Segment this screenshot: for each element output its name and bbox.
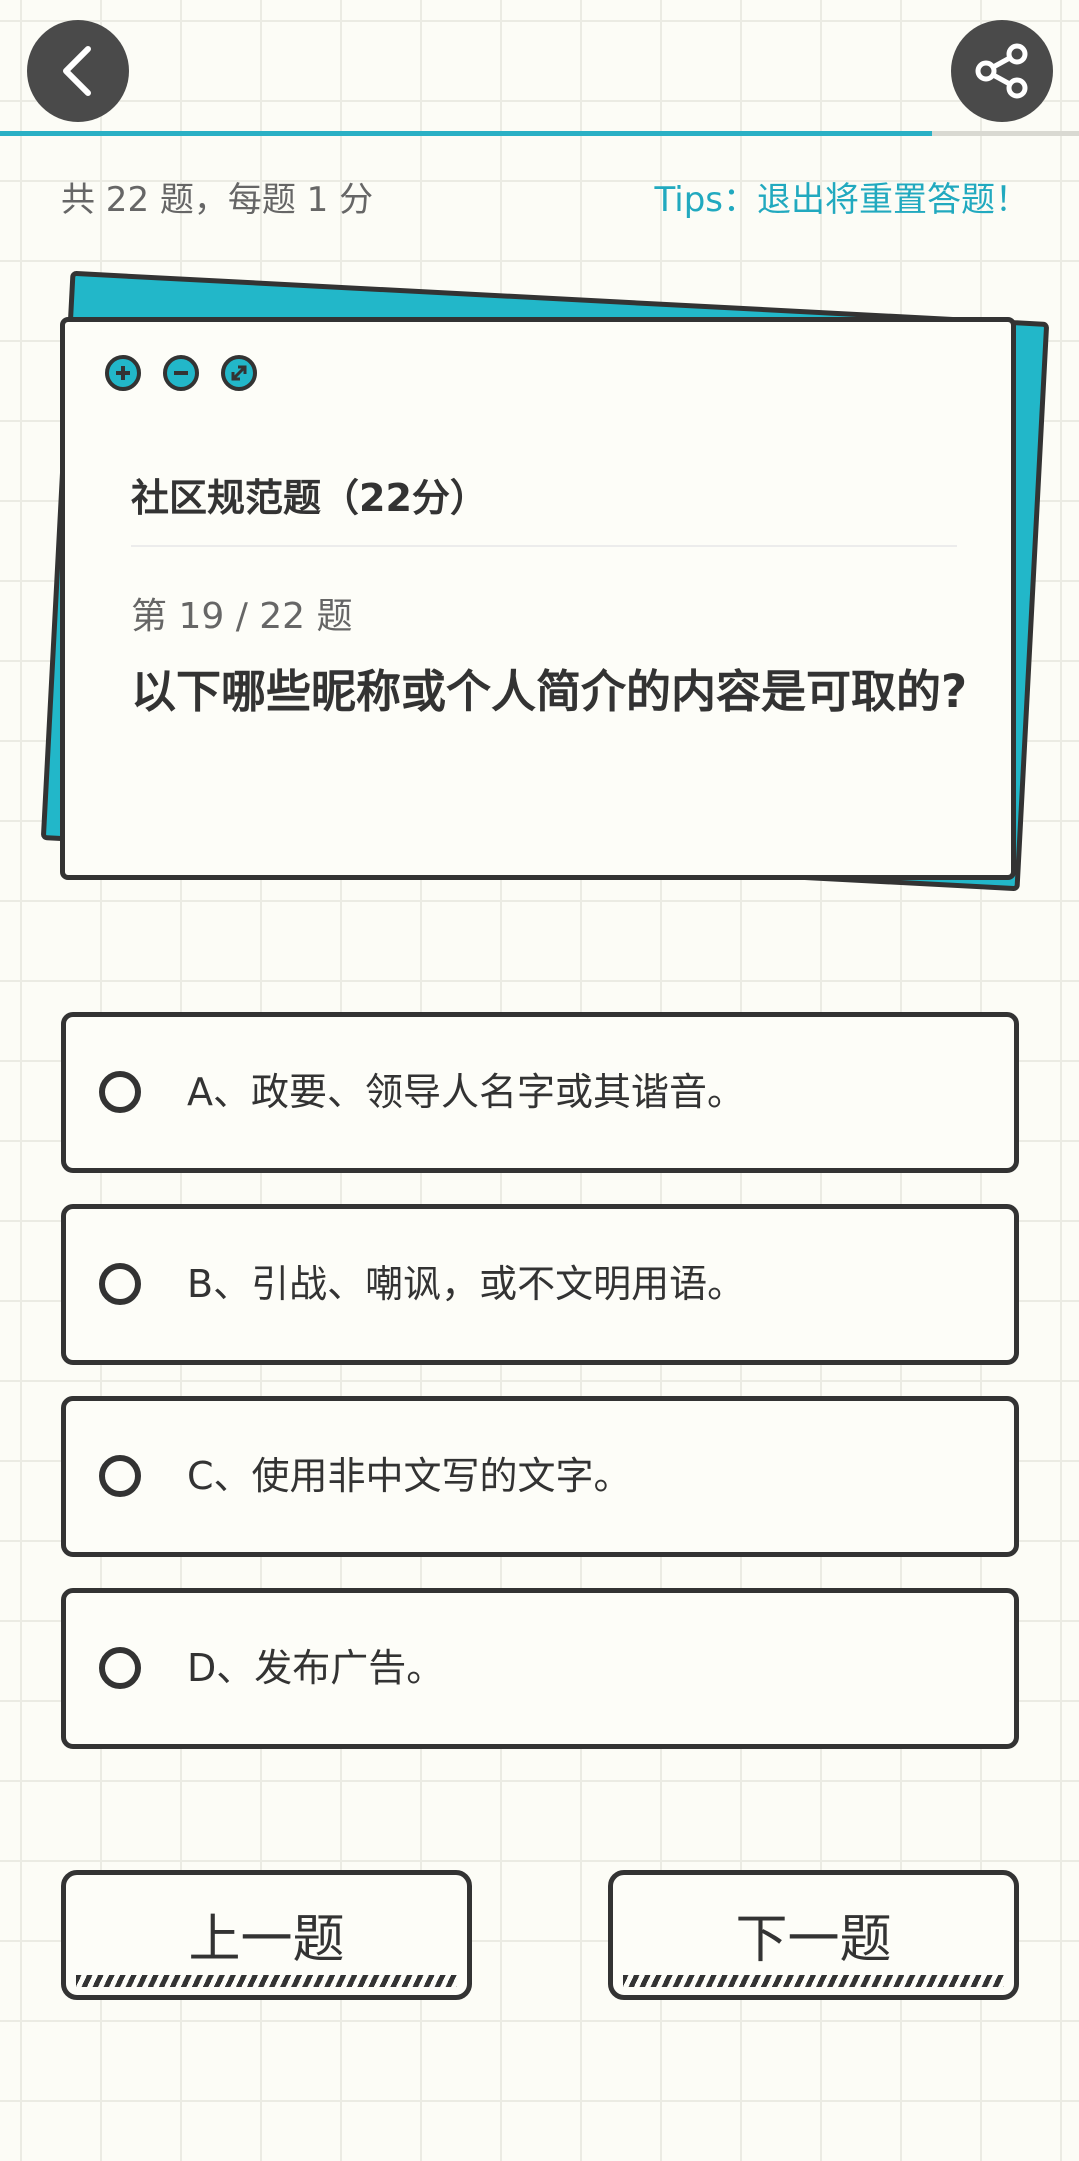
share-button[interactable]: [951, 20, 1053, 122]
option-a[interactable]: A、政要、领导人名字或其谐音。: [61, 1012, 1019, 1173]
radio-button[interactable]: [99, 1263, 141, 1305]
expand-circle-icon: [221, 355, 257, 391]
back-button[interactable]: [27, 20, 129, 122]
next-question-button[interactable]: 下一题: [608, 1870, 1019, 2000]
option-label: C、使用非中文写的文字。: [187, 1454, 632, 1498]
radio-button[interactable]: [99, 1455, 141, 1497]
option-label: A、政要、领导人名字或其谐音。: [187, 1070, 745, 1114]
option-b[interactable]: B、引战、嘲讽，或不文明用语。: [61, 1204, 1019, 1365]
previous-question-label: 上一题: [188, 1910, 345, 1970]
window-controls: [105, 355, 279, 391]
radio-button[interactable]: [99, 1071, 141, 1113]
next-question-label: 下一题: [735, 1910, 892, 1970]
section-title: 社区规范题（22分）: [131, 476, 488, 520]
progress-bar-fill: [0, 131, 933, 136]
option-d[interactable]: D、发布广告。: [61, 1588, 1019, 1749]
progress-bar: [0, 131, 1079, 136]
button-stripes: [76, 1975, 457, 1987]
previous-question-button[interactable]: 上一题: [61, 1870, 472, 2000]
question-index: 第 19 / 22 题: [131, 596, 353, 637]
plus-circle-icon: [105, 355, 141, 391]
exit-tip: Tips：退出将重置答题！: [654, 180, 1029, 220]
chevron-left-icon: [63, 46, 91, 96]
button-stripes: [623, 1975, 1004, 1987]
option-label: B、引战、嘲讽，或不文明用语。: [187, 1262, 746, 1306]
question-text: 以下哪些昵称或个人简介的内容是可取的?: [131, 665, 968, 718]
minus-circle-icon: [163, 355, 199, 391]
option-label: D、发布广告。: [187, 1646, 445, 1690]
question-card: 社区规范题（22分） 第 19 / 22 题 以下哪些昵称或个人简介的内容是可取…: [60, 317, 1016, 880]
quiz-summary: 共 22 题，每题 1 分: [61, 180, 374, 220]
option-c[interactable]: C、使用非中文写的文字。: [61, 1396, 1019, 1557]
radio-button[interactable]: [99, 1647, 141, 1689]
share-icon: [975, 43, 1028, 99]
card-divider: [131, 545, 957, 547]
